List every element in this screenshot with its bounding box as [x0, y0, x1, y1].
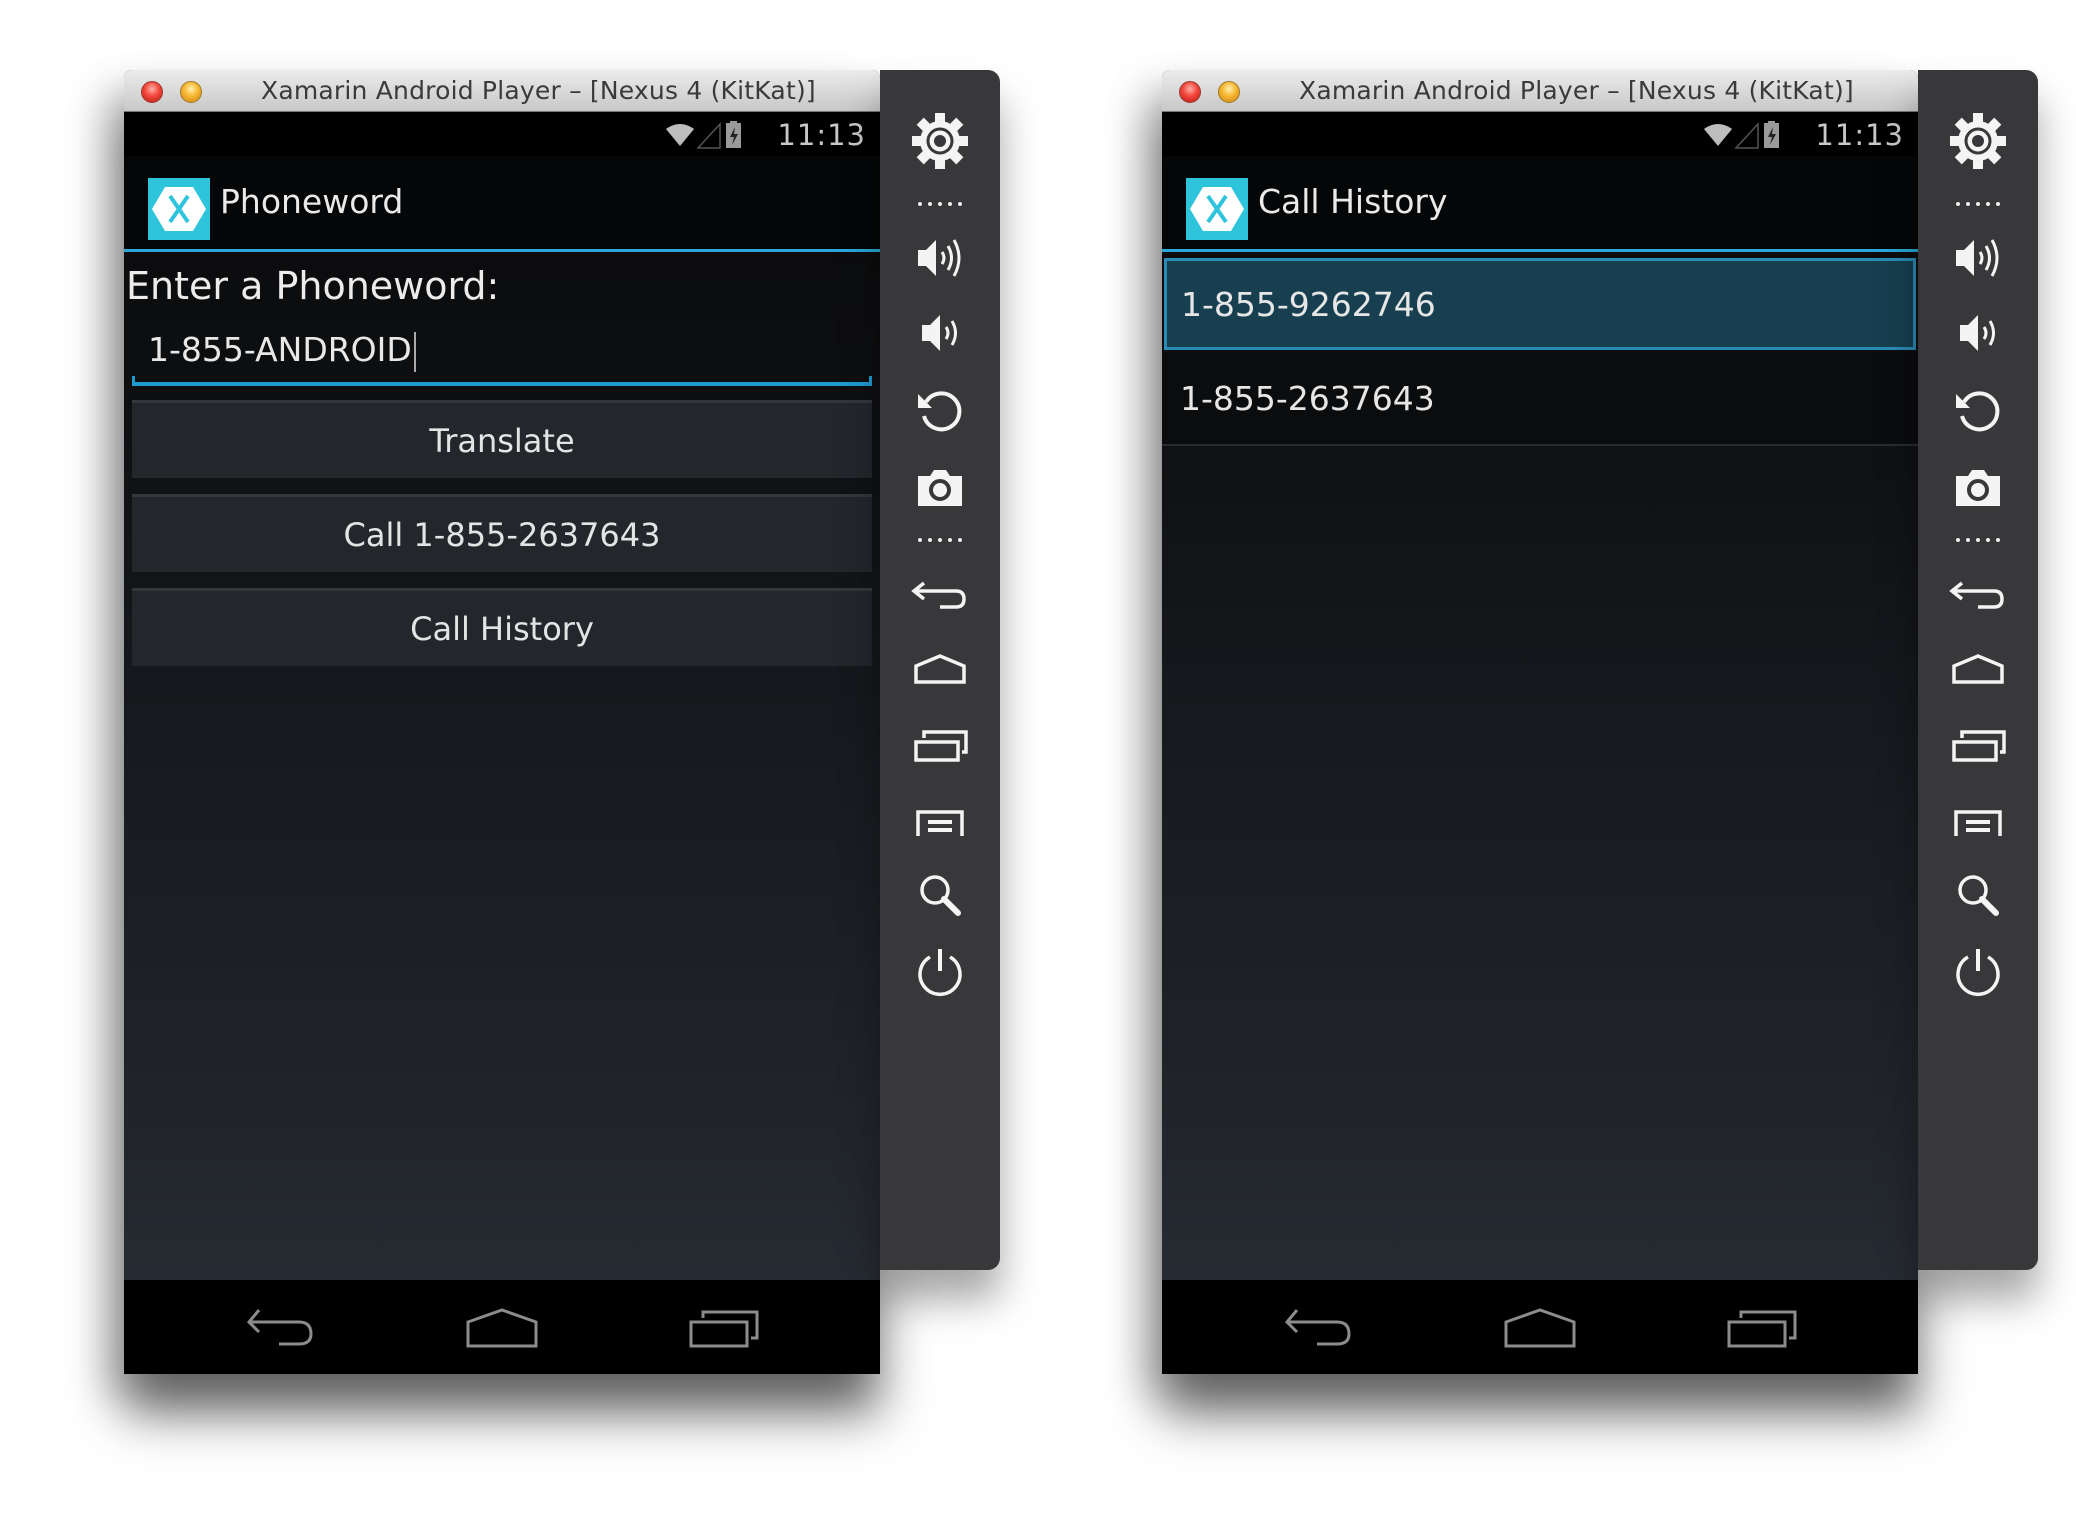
phoneword-input-value: 1-855-ANDROID [148, 330, 412, 369]
status-bar: 11:13 [1162, 112, 1918, 156]
home-icon[interactable] [466, 1308, 538, 1348]
status-icons [666, 121, 741, 149]
signal-icon [1734, 122, 1759, 149]
action-bar: Call History [1162, 156, 1918, 252]
camera-icon[interactable] [1948, 458, 2008, 518]
window-title-bar[interactable]: Xamarin Android Player – [Nexus 4 (KitKa… [124, 70, 880, 112]
recent-apps-icon[interactable] [689, 1308, 761, 1348]
status-icons [1704, 121, 1779, 149]
gear-icon[interactable] [1948, 111, 2008, 171]
camera-icon[interactable] [910, 458, 970, 518]
app-title: Phoneword [220, 182, 404, 221]
battery-charging-icon [726, 121, 741, 148]
separator-dots [918, 538, 962, 542]
home-icon[interactable] [1504, 1308, 1576, 1348]
battery-charging-icon [1764, 121, 1779, 148]
phoneword-label: Enter a Phoneword: [126, 264, 500, 308]
emulator-side-panel [1918, 70, 2038, 1270]
volume-up-icon[interactable] [1948, 228, 2008, 288]
back-icon[interactable] [910, 565, 970, 625]
emulator-side-panel [880, 70, 1000, 1270]
recent-apps-icon[interactable] [910, 716, 970, 776]
wifi-icon [666, 124, 694, 146]
gear-icon[interactable] [910, 111, 970, 171]
call-history-list-item[interactable]: 1-855-2637643 [1162, 352, 1918, 446]
recent-apps-icon[interactable] [1727, 1308, 1799, 1348]
volume-down-icon[interactable] [910, 303, 970, 363]
android-screen: 11:13 Phoneword Enter a Phoneword: 1-855… [124, 112, 880, 1374]
signal-icon [696, 122, 721, 149]
back-icon[interactable] [245, 1308, 317, 1348]
window-title: Xamarin Android Player – [Nexus 4 (KitKa… [261, 76, 816, 105]
home-icon[interactable] [910, 640, 970, 700]
power-icon[interactable] [910, 943, 970, 1003]
window-title: Xamarin Android Player – [Nexus 4 (KitKa… [1299, 76, 1854, 105]
recent-apps-icon[interactable] [1948, 716, 2008, 776]
call-button[interactable]: Call 1-855-2637643 [132, 494, 872, 572]
menu-icon[interactable] [910, 792, 970, 852]
translate-button[interactable]: Translate [132, 400, 872, 478]
input-underline-tick-right [869, 376, 872, 386]
power-icon[interactable] [1948, 943, 2008, 1003]
separator-dots [918, 202, 962, 206]
minimize-button[interactable] [1218, 81, 1240, 103]
input-underline [132, 382, 872, 386]
status-time: 11:13 [1815, 118, 1904, 152]
separator-dots [1956, 202, 2000, 206]
status-bar: 11:13 [124, 112, 880, 156]
input-underline-tick-left [132, 376, 135, 386]
separator-dots [1956, 538, 2000, 542]
xamarin-logo-icon [1186, 178, 1248, 240]
search-icon[interactable] [1948, 865, 2008, 925]
emulator-window-call-history: Xamarin Android Player – [Nexus 4 (KitKa… [1162, 70, 1918, 1374]
home-icon[interactable] [1948, 640, 2008, 700]
app-title: Call History [1258, 182, 1448, 221]
phoneword-input[interactable]: 1-855-ANDROID [132, 320, 872, 386]
xamarin-logo-icon [148, 178, 210, 240]
action-bar: Phoneword [124, 156, 880, 252]
volume-up-icon[interactable] [910, 228, 970, 288]
rotate-icon[interactable] [1948, 380, 2008, 440]
close-button[interactable] [1179, 81, 1201, 103]
android-nav-bar [124, 1280, 880, 1374]
text-caret [413, 331, 416, 372]
back-icon[interactable] [1283, 1308, 1355, 1348]
android-screen: 11:13 Call History 1-855-9262746 1-855-2… [1162, 112, 1918, 1374]
window-title-bar[interactable]: Xamarin Android Player – [Nexus 4 (KitKa… [1162, 70, 1918, 112]
minimize-button[interactable] [180, 81, 202, 103]
status-time: 11:13 [777, 118, 866, 152]
search-icon[interactable] [910, 865, 970, 925]
rotate-icon[interactable] [910, 380, 970, 440]
call-history-button[interactable]: Call History [132, 588, 872, 666]
close-button[interactable] [141, 81, 163, 103]
menu-icon[interactable] [1948, 792, 2008, 852]
android-nav-bar [1162, 1280, 1918, 1374]
back-icon[interactable] [1948, 565, 2008, 625]
volume-down-icon[interactable] [1948, 303, 2008, 363]
call-history-list-item[interactable]: 1-855-9262746 [1164, 258, 1916, 350]
wifi-icon [1704, 124, 1732, 146]
emulator-window-phoneword: Xamarin Android Player – [Nexus 4 (KitKa… [124, 70, 880, 1374]
